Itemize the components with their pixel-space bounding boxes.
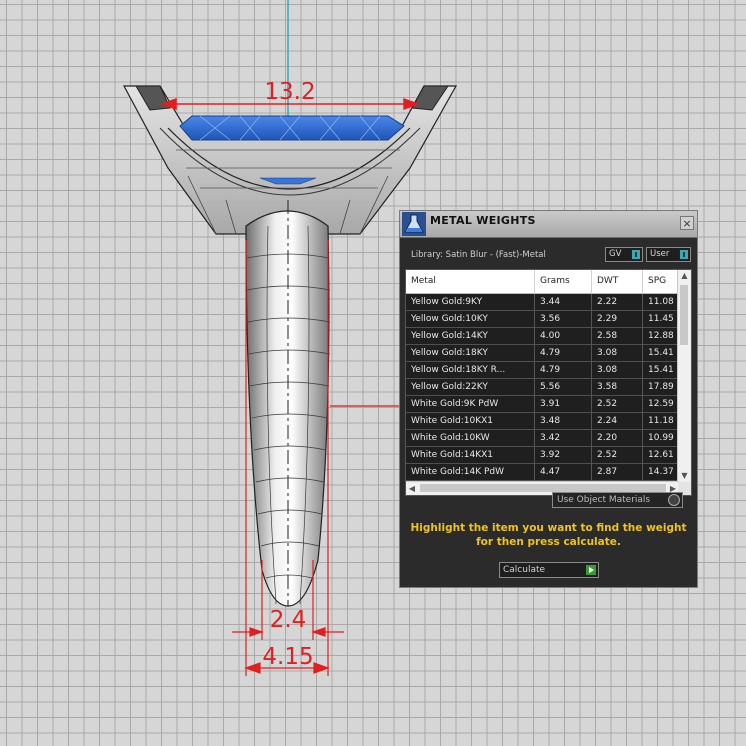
user-label: User — [650, 249, 670, 259]
cell-dwt: 2.22 — [592, 294, 643, 310]
cell-metal: Yellow Gold:18KY — [406, 345, 535, 361]
panel-titlebar[interactable]: METAL WEIGHTS × — [400, 211, 697, 238]
materials-dropdown[interactable]: Use Object Materials — [552, 492, 683, 508]
cell-metal: Yellow Gold:9KY — [406, 294, 535, 310]
table-row[interactable]: White Gold:10KW 3.42 2.20 10.99 — [406, 430, 679, 447]
panel-title: METAL WEIGHTS — [430, 214, 536, 227]
hint-text: Highlight the item you want to find the … — [410, 522, 687, 548]
cell-grams: 3.44 — [535, 294, 592, 310]
scroll-up-icon[interactable]: ▲ — [678, 270, 691, 282]
metal-weights-panel: METAL WEIGHTS × Library: Satin Blur - (F… — [399, 210, 698, 588]
shank — [245, 210, 330, 607]
cell-metal: Yellow Gold:10KY — [406, 311, 535, 327]
cell-metal: Yellow Gold:22KY — [406, 379, 535, 395]
scroll-left-icon[interactable]: ◀ — [406, 482, 418, 495]
cell-spg: 12.61 — [643, 447, 679, 463]
cell-spg: 11.45 — [643, 311, 679, 327]
column-header-spg[interactable]: SPG — [643, 270, 679, 293]
dimension-outer-label: 4.15 — [262, 644, 313, 670]
cell-grams: 5.56 — [535, 379, 592, 395]
cell-metal: Yellow Gold:14KY — [406, 328, 535, 344]
cell-metal: Yellow Gold:18KY R... — [406, 362, 535, 378]
cell-dwt: 2.20 — [592, 430, 643, 446]
flask-logo-icon — [402, 212, 426, 236]
table-row[interactable]: White Gold:10KX1 3.48 2.24 11.18 — [406, 413, 679, 430]
cell-spg: 10.99 — [643, 430, 679, 446]
cell-dwt: 2.52 — [592, 447, 643, 463]
table-row[interactable]: Yellow Gold:10KY 3.56 2.29 11.45 — [406, 311, 679, 328]
cell-grams: 4.79 — [535, 345, 592, 361]
cell-spg: 12.59 — [643, 396, 679, 412]
dimension-inner-label: 2.4 — [270, 607, 307, 633]
metal-table: Metal Grams DWT SPG Yellow Gold:9KY 3.44 2… — [405, 269, 692, 496]
cell-grams: 4.79 — [535, 362, 592, 378]
cell-dwt: 2.58 — [592, 328, 643, 344]
gv-label: GV — [609, 249, 622, 259]
gemstone — [179, 115, 405, 141]
close-icon[interactable]: × — [680, 216, 694, 230]
column-header-metal[interactable]: Metal — [406, 270, 535, 293]
table-row[interactable]: Yellow Gold:22KY 5.56 3.58 17.89 — [406, 379, 679, 396]
cell-grams: 3.91 — [535, 396, 592, 412]
cell-spg: 11.08 — [643, 294, 679, 310]
cell-spg: 12.88 — [643, 328, 679, 344]
calculate-button[interactable]: Calculate — [499, 562, 599, 578]
cell-dwt: 2.24 — [592, 413, 643, 429]
cell-dwt: 3.08 — [592, 362, 643, 378]
table-row[interactable]: Yellow Gold:18KY 4.79 3.08 15.41 — [406, 345, 679, 362]
materials-dropdown-label: Use Object Materials — [557, 495, 651, 505]
cell-metal: White Gold:9K PdW — [406, 396, 535, 412]
play-icon — [585, 564, 597, 576]
cell-dwt: 3.58 — [592, 379, 643, 395]
cell-grams: 3.48 — [535, 413, 592, 429]
cell-metal: White Gold:10KW — [406, 430, 535, 446]
cell-grams: 3.42 — [535, 430, 592, 446]
table-row[interactable]: Yellow Gold:18KY R... 4.79 3.08 15.41 — [406, 362, 679, 379]
cell-spg: 11.18 — [643, 413, 679, 429]
gv-toggle[interactable]: GV — [605, 247, 643, 262]
dimension-top-label: 13.2 — [264, 79, 315, 105]
scroll-down-icon[interactable]: ▼ — [678, 470, 691, 482]
user-toggle[interactable]: User — [646, 247, 691, 262]
cell-spg: 17.89 — [643, 379, 679, 395]
table-row[interactable]: Yellow Gold:14KY 4.00 2.58 12.88 — [406, 328, 679, 345]
table-body: Yellow Gold:9KY 3.44 2.22 11.08 Yellow Gold:… — [406, 294, 679, 481]
scroll-thumb[interactable] — [420, 484, 666, 492]
cell-metal: White Gold:10KX1 — [406, 413, 535, 429]
cell-dwt: 2.29 — [592, 311, 643, 327]
scroll-thumb[interactable] — [680, 285, 688, 345]
calculate-label: Calculate — [503, 565, 546, 575]
column-header-dwt[interactable]: DWT — [592, 270, 643, 293]
radio-icon[interactable] — [668, 494, 680, 506]
table-row[interactable]: Yellow Gold:9KY 3.44 2.22 11.08 — [406, 294, 679, 311]
toggle-knob-icon — [679, 249, 689, 260]
cell-spg: 14.37 — [643, 464, 679, 480]
cell-spg: 15.41 — [643, 362, 679, 378]
cell-grams: 3.92 — [535, 447, 592, 463]
cell-dwt: 2.87 — [592, 464, 643, 480]
column-header-grams[interactable]: Grams — [535, 270, 592, 293]
vertical-scrollbar[interactable]: ▲ ▼ — [677, 270, 691, 482]
table-row[interactable]: White Gold:14KX1 3.92 2.52 12.61 — [406, 447, 679, 464]
cell-grams: 4.00 — [535, 328, 592, 344]
cell-grams: 3.56 — [535, 311, 592, 327]
cell-metal: White Gold:14K PdW — [406, 464, 535, 480]
cell-metal: White Gold:14KX1 — [406, 447, 535, 463]
cell-dwt: 2.52 — [592, 396, 643, 412]
table-row[interactable]: White Gold:9K PdW 3.91 2.52 12.59 — [406, 396, 679, 413]
table-row[interactable]: White Gold:14K PdW 4.47 2.87 14.37 — [406, 464, 679, 481]
table-header: Metal Grams DWT SPG — [406, 270, 679, 294]
library-label: Library: Satin Blur - (Fast)-Metal — [411, 250, 546, 260]
cell-dwt: 3.08 — [592, 345, 643, 361]
toggle-knob-icon — [631, 249, 641, 260]
cell-grams: 4.47 — [535, 464, 592, 480]
cell-spg: 15.41 — [643, 345, 679, 361]
